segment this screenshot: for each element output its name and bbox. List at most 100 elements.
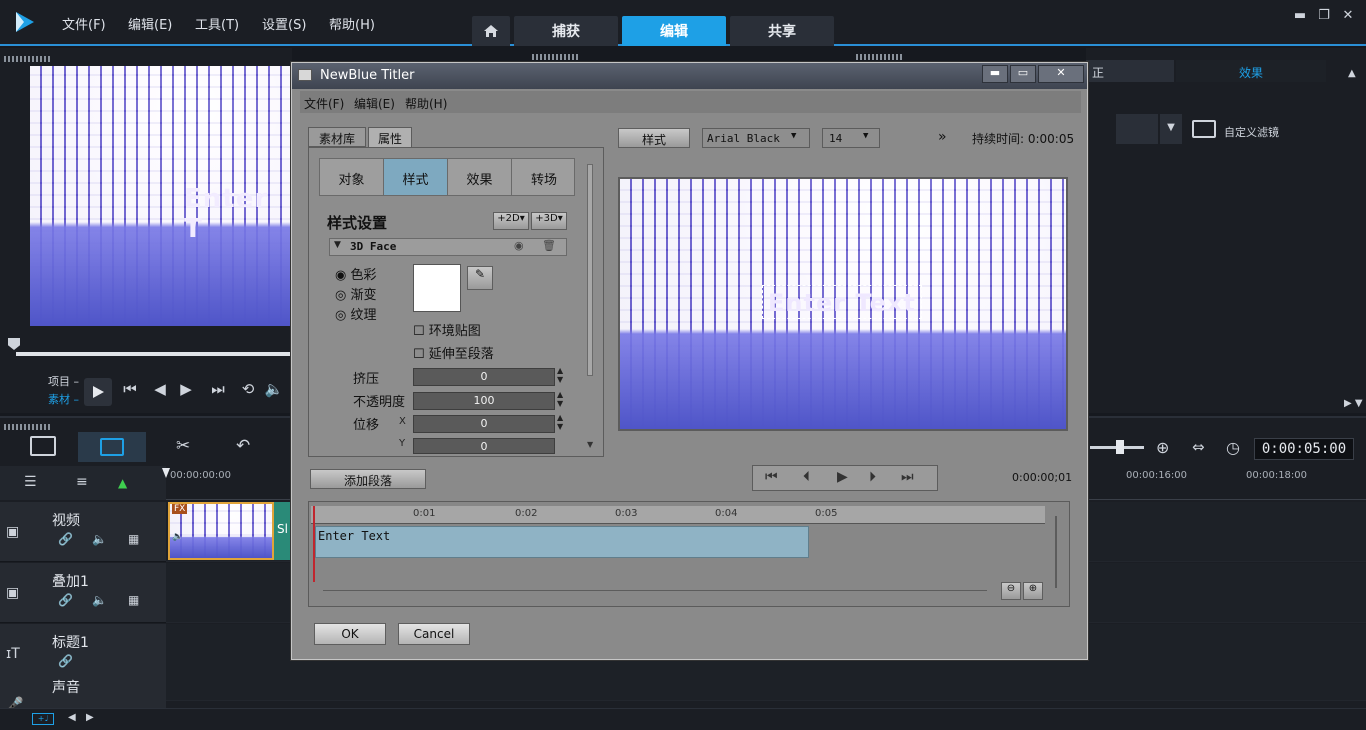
- dialog-menu-file[interactable]: 文件(F): [304, 95, 344, 112]
- timeline-scroll-track[interactable]: [323, 590, 987, 591]
- timecode-display[interactable]: 0:00:05:00: [1254, 438, 1354, 460]
- maximize-icon[interactable]: ▭: [1010, 65, 1036, 83]
- scroll-up-icon[interactable]: ▲: [1348, 68, 1356, 79]
- auto-music-icon[interactable]: +♩: [32, 713, 54, 725]
- stepper-icon[interactable]: ▲ ▼: [557, 366, 563, 384]
- add-2d-button[interactable]: +2D▾: [493, 212, 529, 230]
- offset-y-field[interactable]: 0: [413, 438, 555, 454]
- custom-filter-label[interactable]: 自定义滤镜: [1224, 124, 1279, 140]
- restore-icon[interactable]: ❐: [1314, 8, 1334, 24]
- ripple-icon[interactable]: ▲: [118, 476, 127, 490]
- tab-library[interactable]: 素材库: [308, 127, 366, 147]
- dialog-title-bar[interactable]: NewBlue Titler ▬ ▭ ✕: [292, 63, 1087, 89]
- undo-icon[interactable]: ↶: [236, 436, 250, 456]
- custom-filter-icon[interactable]: [1192, 120, 1216, 138]
- style-button[interactable]: 样式: [618, 128, 690, 148]
- audio-lane[interactable]: [166, 675, 1366, 701]
- panel-grip[interactable]: [4, 56, 52, 62]
- subtab-effect[interactable]: 效果: [448, 159, 512, 195]
- opacity-field[interactable]: 100: [413, 392, 555, 410]
- speaker-icon[interactable]: 🔈: [92, 593, 107, 607]
- storyboard-view-icon[interactable]: [30, 436, 56, 456]
- offset-x-field[interactable]: 0: [413, 415, 555, 433]
- radio-gradient[interactable]: ◎ 渐变: [335, 284, 377, 303]
- add-paragraph-button[interactable]: 添加段落: [310, 469, 426, 489]
- minimize-icon[interactable]: ▬: [1290, 8, 1310, 24]
- cancel-button[interactable]: Cancel: [398, 623, 470, 645]
- dialog-ruler[interactable]: 0:01 0:02 0:03 0:04 0:05: [311, 506, 1045, 524]
- timeline-grip[interactable]: [4, 424, 52, 430]
- clock-icon[interactable]: ◷: [1226, 438, 1240, 457]
- timeline-vscroll[interactable]: [1055, 516, 1057, 588]
- subtab-style[interactable]: 样式: [384, 159, 448, 195]
- zoom-out-icon[interactable]: ⊖: [1001, 582, 1021, 600]
- font-size-select[interactable]: 14 ▼: [822, 128, 880, 148]
- panel-expand-icon[interactable]: ▶ ▼: [1344, 398, 1363, 409]
- link-icon[interactable]: 🔗: [58, 532, 73, 546]
- scrub-bar[interactable]: [16, 352, 292, 356]
- tab-capture[interactable]: 捕获: [514, 16, 618, 46]
- face-section-header[interactable]: ▼ 3D Face ◉ 🗑: [329, 238, 567, 256]
- zoom-slider-handle[interactable]: [1116, 440, 1124, 454]
- dialog-menu-edit[interactable]: 编辑(E): [354, 95, 395, 112]
- home-tab[interactable]: [472, 16, 510, 46]
- scroll-right-icon[interactable]: ▶: [86, 712, 94, 723]
- tab-partial[interactable]: 正: [1086, 60, 1174, 82]
- video-clip[interactable]: FX 🔈: [168, 502, 274, 560]
- close-icon[interactable]: ✕: [1038, 65, 1084, 83]
- track-video[interactable]: ▣ 视频 🔗 🔈 ▦: [0, 502, 166, 562]
- collapse-icon[interactable]: ▼: [334, 240, 341, 250]
- scrub-handle[interactable]: [8, 338, 20, 350]
- link-icon[interactable]: 🔗: [58, 593, 73, 607]
- scroll-down-icon[interactable]: ▼: [587, 440, 593, 449]
- timeline-view-button[interactable]: [78, 432, 146, 462]
- menu-tools[interactable]: 工具(T): [195, 14, 239, 33]
- go-end-icon[interactable]: ⏭: [901, 469, 914, 485]
- checkbox-env-map[interactable]: ☐ 环境贴图: [413, 320, 481, 339]
- tools-icon[interactable]: ✂: [176, 436, 190, 456]
- chevron-down-icon[interactable]: ▼: [1160, 114, 1182, 144]
- link-icon[interactable]: 🔗: [58, 654, 73, 668]
- tab-properties[interactable]: 属性: [368, 127, 412, 147]
- radio-texture[interactable]: ◎ 纹理: [335, 304, 377, 323]
- more-options-icon[interactable]: »: [938, 129, 947, 145]
- fit-icon[interactable]: ⇔: [1192, 438, 1205, 456]
- eyedropper-icon[interactable]: ✎: [467, 266, 493, 290]
- stepper-icon[interactable]: ▲ ▼: [557, 413, 563, 431]
- step-back-icon[interactable]: ⏴: [803, 469, 810, 485]
- track-overlay[interactable]: ▣ 叠加1 🔗 🔈 ▦: [0, 563, 166, 623]
- transition-clip[interactable]: Sl: [274, 502, 292, 560]
- minimize-icon[interactable]: ▬: [982, 65, 1008, 83]
- clip-mode-label[interactable]: 素材 –: [48, 391, 79, 407]
- tab-edit[interactable]: 编辑: [622, 16, 726, 46]
- tab-effects[interactable]: 效果: [1176, 60, 1326, 82]
- color-swatch[interactable]: [413, 264, 461, 312]
- properties-scrollbar[interactable]: [587, 164, 593, 376]
- repeat-icon[interactable]: ⟲: [238, 380, 258, 400]
- extrude-field[interactable]: 0: [413, 368, 555, 386]
- visibility-icon[interactable]: ◉: [514, 239, 524, 252]
- checkbox-extend-paragraph[interactable]: ☐ 延伸至段落: [413, 343, 494, 362]
- menu-settings[interactable]: 设置(S): [262, 14, 306, 33]
- filter-dropdown[interactable]: [1116, 114, 1158, 144]
- tab-share[interactable]: 共享: [730, 16, 834, 46]
- zoom-in-icon[interactable]: ⊕: [1156, 438, 1169, 457]
- play-button[interactable]: [84, 378, 112, 406]
- panel-grip-3[interactable]: [856, 54, 904, 60]
- trash-icon[interactable]: 🗑: [542, 239, 556, 252]
- subtab-object[interactable]: 对象: [320, 159, 384, 195]
- prev-frame-icon[interactable]: ◀: [150, 380, 170, 400]
- step-forward-icon[interactable]: ⏵: [869, 469, 876, 485]
- volume-icon[interactable]: 🔈: [264, 380, 284, 400]
- menu-edit[interactable]: 编辑(E): [128, 14, 172, 33]
- grid-icon[interactable]: ▦: [128, 593, 139, 607]
- menu-help[interactable]: 帮助(H): [329, 14, 375, 33]
- play-icon[interactable]: ▶: [837, 469, 848, 485]
- preview-title-text[interactable]: Enter Text: [768, 289, 916, 317]
- title-preview[interactable]: Enter Text: [618, 177, 1068, 431]
- speaker-icon[interactable]: 🔈: [92, 532, 107, 546]
- font-select[interactable]: Arial Black ▼: [702, 128, 810, 148]
- go-start-icon[interactable]: ⏮: [120, 380, 140, 400]
- ok-button[interactable]: OK: [314, 623, 386, 645]
- menu-file[interactable]: 文件(F): [62, 14, 106, 33]
